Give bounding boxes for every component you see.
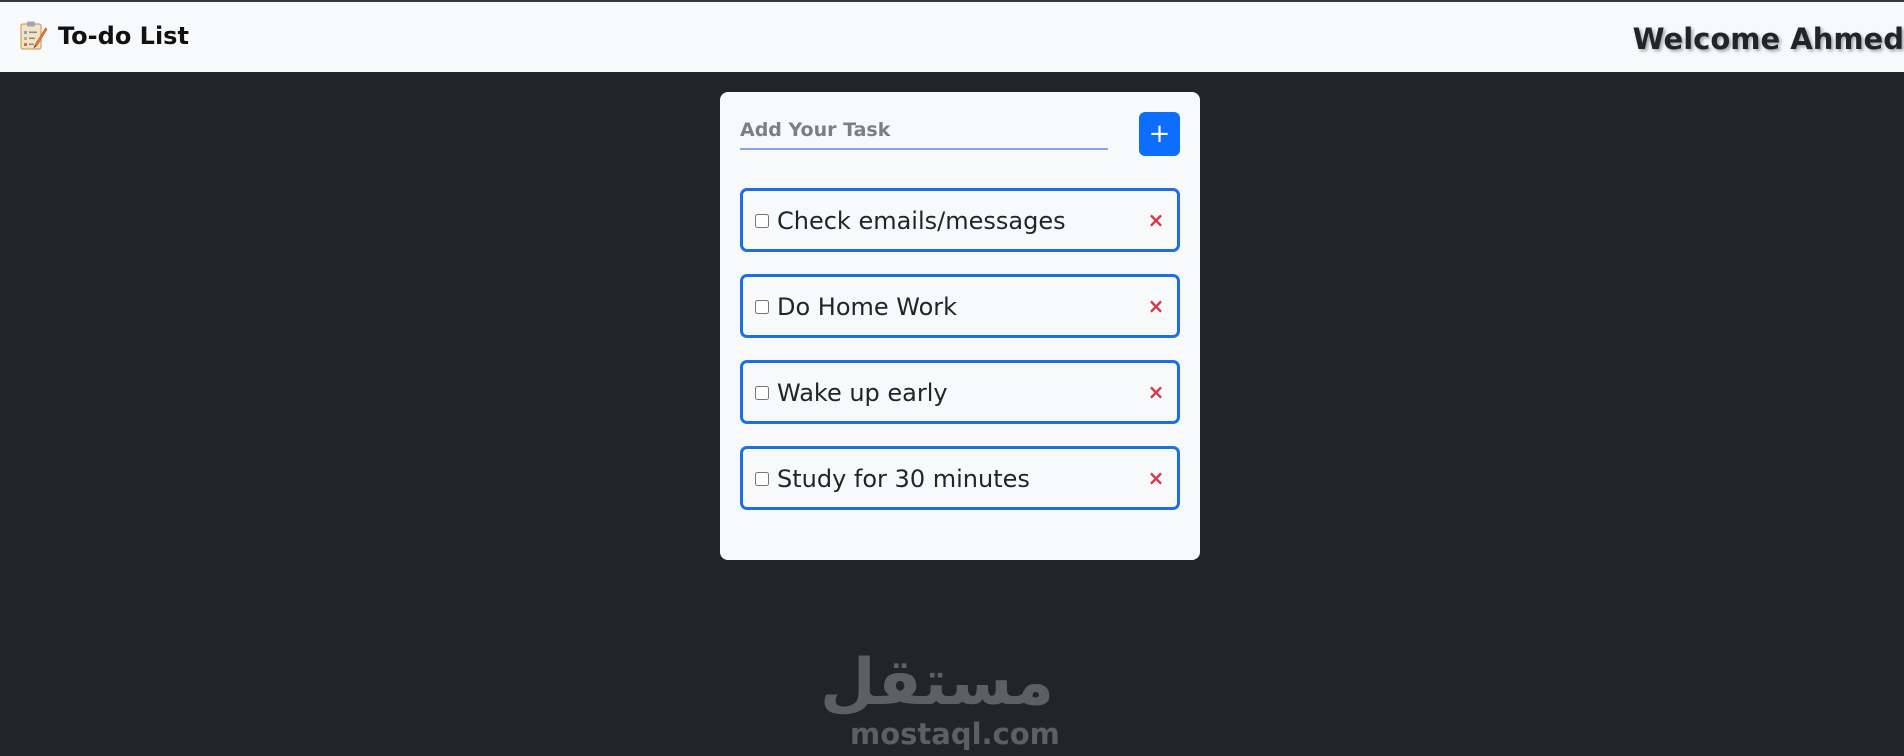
task-label: Wake up early <box>777 379 948 407</box>
delete-task-button[interactable]: × <box>1145 467 1167 489</box>
mostaql-watermark: مستقل mostaql.com <box>819 646 1060 752</box>
task-input[interactable] <box>740 112 1108 150</box>
notepad-icon <box>20 21 48 50</box>
task-label: Do Home Work <box>777 293 958 321</box>
task-item: Study for 30 minutes × <box>740 446 1180 510</box>
add-task-button[interactable]: + <box>1139 112 1180 156</box>
task-label: Study for 30 minutes <box>777 465 1030 493</box>
brand-title: To-do List <box>58 22 189 50</box>
task-checkbox[interactable] <box>755 300 769 314</box>
delete-task-button[interactable]: × <box>1145 209 1167 231</box>
task-checkbox[interactable] <box>755 472 769 486</box>
task-checkbox[interactable] <box>755 214 769 228</box>
task-item: Do Home Work × <box>740 274 1180 338</box>
task-item: Wake up early × <box>740 360 1180 424</box>
close-icon: × <box>1147 466 1165 490</box>
close-icon: × <box>1147 380 1165 404</box>
delete-task-button[interactable]: × <box>1145 381 1167 403</box>
task-label: Check emails/messages <box>777 207 1066 235</box>
todo-card: + Check emails/messages × Do Home Work ×… <box>720 92 1200 560</box>
plus-icon: + <box>1148 119 1171 149</box>
watermark-domain: mostaql.com <box>850 717 1060 751</box>
task-item: Check emails/messages × <box>740 188 1180 252</box>
delete-task-button[interactable]: × <box>1145 295 1167 317</box>
welcome-message: Welcome Ahmed <box>1632 22 1904 56</box>
navbar-brand[interactable]: To-do List <box>16 20 189 52</box>
watermark-logo: مستقل <box>819 646 1054 720</box>
close-icon: × <box>1147 208 1165 232</box>
task-checkbox[interactable] <box>755 386 769 400</box>
task-list: Check emails/messages × Do Home Work × W… <box>740 188 1180 532</box>
navbar: To-do List Welcome Ahmed <box>0 0 1904 72</box>
close-icon: × <box>1147 294 1165 318</box>
